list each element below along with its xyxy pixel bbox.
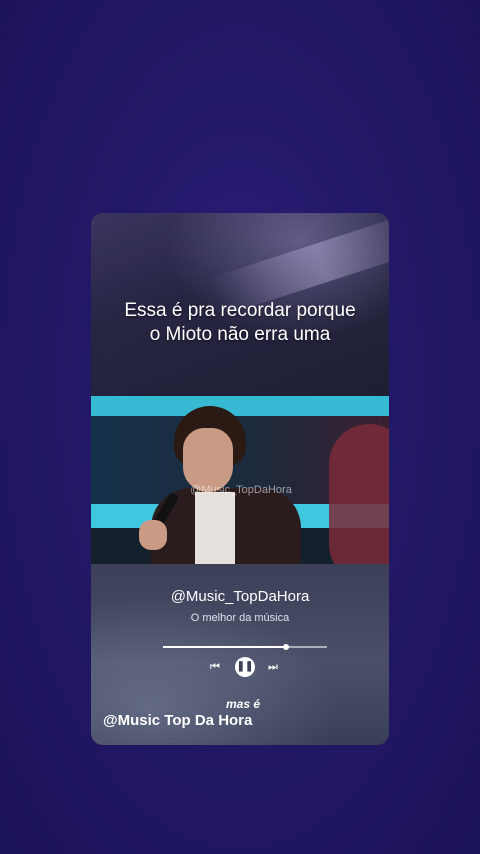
headline-line-1: Essa é pra recordar porque bbox=[124, 300, 356, 321]
progress-fill bbox=[163, 646, 286, 648]
pause-icon[interactable]: ❚❚ bbox=[235, 657, 255, 677]
singer-face bbox=[183, 428, 233, 492]
progress-bar[interactable] bbox=[163, 644, 327, 650]
video-watermark: @Music_TopDaHora bbox=[190, 484, 292, 496]
headline-text: Essa é pra recordar porque o Mioto não e… bbox=[91, 299, 389, 347]
headline-line-2: o Mioto não erra uma bbox=[149, 324, 331, 345]
player-username[interactable]: @Music_TopDaHora bbox=[91, 588, 389, 605]
stage-light-top bbox=[91, 396, 389, 416]
singer-shirt bbox=[195, 492, 235, 564]
headline-panel: Essa é pra recordar porque o Mioto não e… bbox=[91, 213, 389, 396]
post-card: Essa é pra recordar porque o Mioto não e… bbox=[91, 213, 389, 745]
stage-prop bbox=[329, 424, 389, 564]
music-player: @Music_TopDaHora O melhor da música ⏮ ❚❚… bbox=[91, 564, 389, 745]
singer-hand bbox=[139, 520, 167, 550]
small-caption: mas é bbox=[226, 697, 261, 711]
player-subtitle: O melhor da música bbox=[190, 612, 290, 624]
progress-thumb[interactable] bbox=[283, 644, 289, 650]
player-controls: ⏮ ❚❚ ⏭ bbox=[91, 657, 389, 677]
skip-previous-icon[interactable]: ⏮ bbox=[208, 657, 222, 677]
video-frame[interactable]: @Music_TopDaHora bbox=[91, 396, 389, 564]
skip-next-icon[interactable]: ⏭ bbox=[266, 657, 280, 677]
channel-caption: @Music Top Da Hora bbox=[103, 712, 253, 729]
